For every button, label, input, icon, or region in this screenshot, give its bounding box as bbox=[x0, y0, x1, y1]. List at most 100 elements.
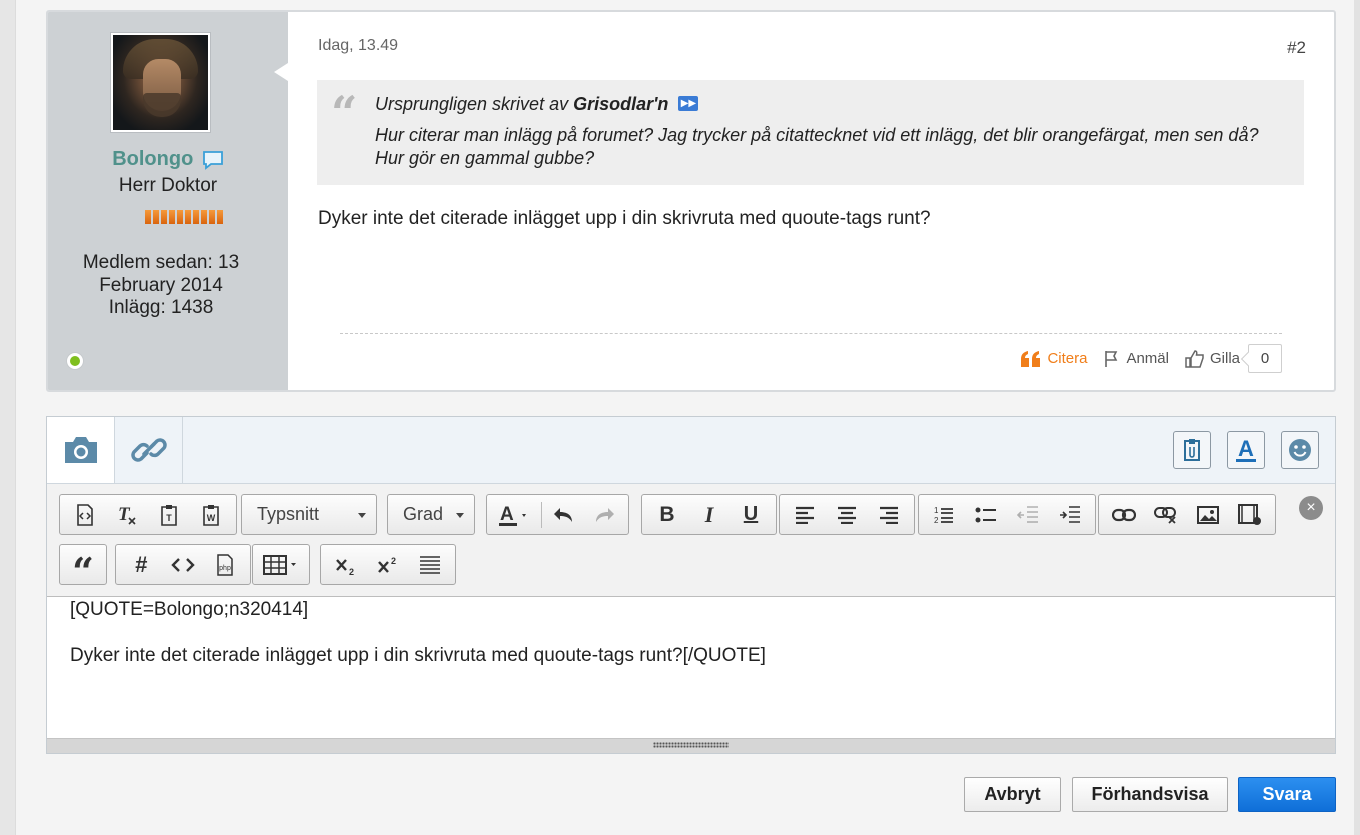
align-center-icon bbox=[838, 506, 856, 524]
source-button[interactable] bbox=[64, 495, 106, 534]
table-button[interactable] bbox=[255, 545, 307, 584]
preview-button[interactable]: Förhandsvisa bbox=[1072, 777, 1228, 812]
toolbar-group-source: T T W bbox=[59, 494, 237, 535]
toolbar-group-lists: 12 bbox=[918, 494, 1096, 535]
post-body: Dyker inte det citerade inlägget upp i d… bbox=[318, 208, 931, 229]
editor-content[interactable]: [QUOTE=Bolongo;n320414] Dyker inte det c… bbox=[70, 598, 766, 667]
bold-icon: B bbox=[659, 502, 675, 526]
quote-button[interactable]: Citera bbox=[1020, 350, 1087, 368]
post-number-link[interactable]: #2 bbox=[1287, 38, 1306, 58]
font-color-icon: A bbox=[1236, 436, 1256, 462]
scrollbar-track[interactable] bbox=[1354, 0, 1360, 835]
smiley-icon bbox=[1289, 439, 1311, 461]
reply-editor: A T T W Typsnitt Grad A B I U 1 2 × “ # … bbox=[46, 416, 1336, 754]
attachment-button[interactable] bbox=[1173, 431, 1211, 469]
toolbar-group-style: B I U bbox=[641, 494, 777, 535]
align-left-icon bbox=[796, 506, 814, 524]
paste-text-icon: T bbox=[161, 504, 177, 526]
camera-icon bbox=[64, 437, 97, 463]
speech-bubble-icon[interactable] bbox=[202, 150, 224, 175]
code-button[interactable] bbox=[162, 545, 204, 584]
attachment-icon bbox=[1184, 439, 1200, 461]
user-title: Herr Doktor bbox=[118, 175, 218, 196]
horizontal-rule-icon bbox=[420, 555, 440, 574]
align-left-button[interactable] bbox=[784, 495, 826, 534]
superscript-button[interactable]: 2 bbox=[367, 545, 409, 584]
svg-text:A: A bbox=[1238, 436, 1254, 461]
svg-text:A: A bbox=[500, 504, 514, 525]
underline-icon: U bbox=[743, 503, 759, 525]
tab-photo[interactable] bbox=[47, 417, 115, 483]
text-format-button[interactable]: A bbox=[1227, 431, 1265, 469]
source-icon bbox=[77, 503, 93, 526]
like-label: Gilla bbox=[1209, 350, 1240, 367]
italic-button[interactable]: I bbox=[688, 495, 730, 534]
page-edge bbox=[0, 0, 16, 835]
svg-text:php: php bbox=[219, 565, 231, 572]
align-right-button[interactable] bbox=[868, 495, 910, 534]
php-icon: php bbox=[217, 553, 233, 576]
svg-text:2: 2 bbox=[391, 556, 396, 566]
quote-icon bbox=[1021, 350, 1041, 367]
cancel-button[interactable]: Avbryt bbox=[964, 777, 1061, 812]
bullet-list-icon bbox=[975, 507, 996, 522]
username-link[interactable]: Bolongo bbox=[112, 148, 193, 170]
toolbar-group-script: 2 2 bbox=[320, 544, 456, 585]
remove-link-button[interactable] bbox=[1145, 495, 1187, 534]
insert-video-button[interactable] bbox=[1229, 495, 1271, 534]
svg-text:2: 2 bbox=[349, 567, 354, 576]
text-color-button[interactable]: A bbox=[489, 495, 541, 534]
quote-insert-button[interactable]: “ bbox=[62, 545, 104, 594]
undo-button[interactable] bbox=[542, 495, 584, 534]
report-button[interactable]: Anmäl bbox=[1103, 350, 1169, 368]
quote-prefix: Ursprungligen skrivet av bbox=[375, 94, 569, 114]
align-right-icon bbox=[880, 506, 898, 524]
subscript-icon: 2 bbox=[336, 558, 354, 576]
emoji-button[interactable] bbox=[1281, 431, 1319, 469]
insert-image-button[interactable] bbox=[1187, 495, 1229, 534]
quote-text: Hur citerar man inlägg på forumet? Jag t… bbox=[375, 125, 1259, 168]
post-count: Inlägg: 1438 bbox=[108, 297, 214, 318]
indent-button[interactable] bbox=[1049, 495, 1091, 534]
insert-link-button[interactable] bbox=[1103, 495, 1145, 534]
align-center-button[interactable] bbox=[826, 495, 868, 534]
outdent-button[interactable] bbox=[1007, 495, 1049, 534]
redo-button[interactable] bbox=[584, 495, 626, 534]
svg-text:1: 1 bbox=[934, 506, 939, 515]
horizontal-rule-button[interactable] bbox=[409, 545, 451, 584]
editor-resize-bar[interactable] bbox=[47, 738, 1335, 753]
subscript-button[interactable]: 2 bbox=[325, 545, 367, 584]
quote-author: Grisodlar'n bbox=[573, 94, 669, 114]
font-size-select[interactable]: Grad bbox=[387, 494, 475, 535]
font-size-value: Grad bbox=[403, 504, 444, 524]
resize-grip-icon[interactable] bbox=[653, 742, 729, 748]
reputation-bar bbox=[145, 210, 223, 224]
font-family-select[interactable]: Typsnitt bbox=[241, 494, 377, 535]
italic-icon: I bbox=[704, 501, 714, 527]
close-toolbar-icon[interactable]: × bbox=[1299, 496, 1323, 520]
text-color-icon: A bbox=[499, 504, 526, 526]
like-button[interactable]: Gilla bbox=[1185, 349, 1240, 368]
quote-icon: “ bbox=[72, 548, 94, 594]
avatar[interactable] bbox=[111, 33, 210, 132]
outdent-icon bbox=[1017, 505, 1038, 523]
hashtag-button[interactable]: # bbox=[120, 545, 162, 584]
tab-link[interactable] bbox=[115, 417, 183, 483]
report-label: Anmäl bbox=[1126, 350, 1169, 367]
view-post-icon[interactable]: ▶▶ bbox=[678, 96, 699, 112]
bullet-list-button[interactable] bbox=[965, 495, 1007, 534]
toolbar-group-align bbox=[779, 494, 915, 535]
underline-button[interactable]: U bbox=[730, 495, 772, 534]
submit-reply-button[interactable]: Svara bbox=[1238, 777, 1336, 812]
paste-word-button[interactable]: W bbox=[190, 495, 232, 534]
paste-text-button[interactable]: T bbox=[148, 495, 190, 534]
image-icon bbox=[1197, 505, 1219, 524]
svg-text:T: T bbox=[118, 504, 131, 525]
remove-format-button[interactable]: T bbox=[106, 495, 148, 534]
bold-button[interactable]: B bbox=[646, 495, 688, 534]
toolbar-group-color-undo: A bbox=[486, 494, 629, 535]
paste-word-icon: W bbox=[203, 504, 219, 526]
php-button[interactable]: php bbox=[204, 545, 246, 584]
member-since-line1: Medlem sedan: 13 bbox=[82, 252, 240, 273]
ordered-list-button[interactable]: 12 bbox=[923, 495, 965, 534]
